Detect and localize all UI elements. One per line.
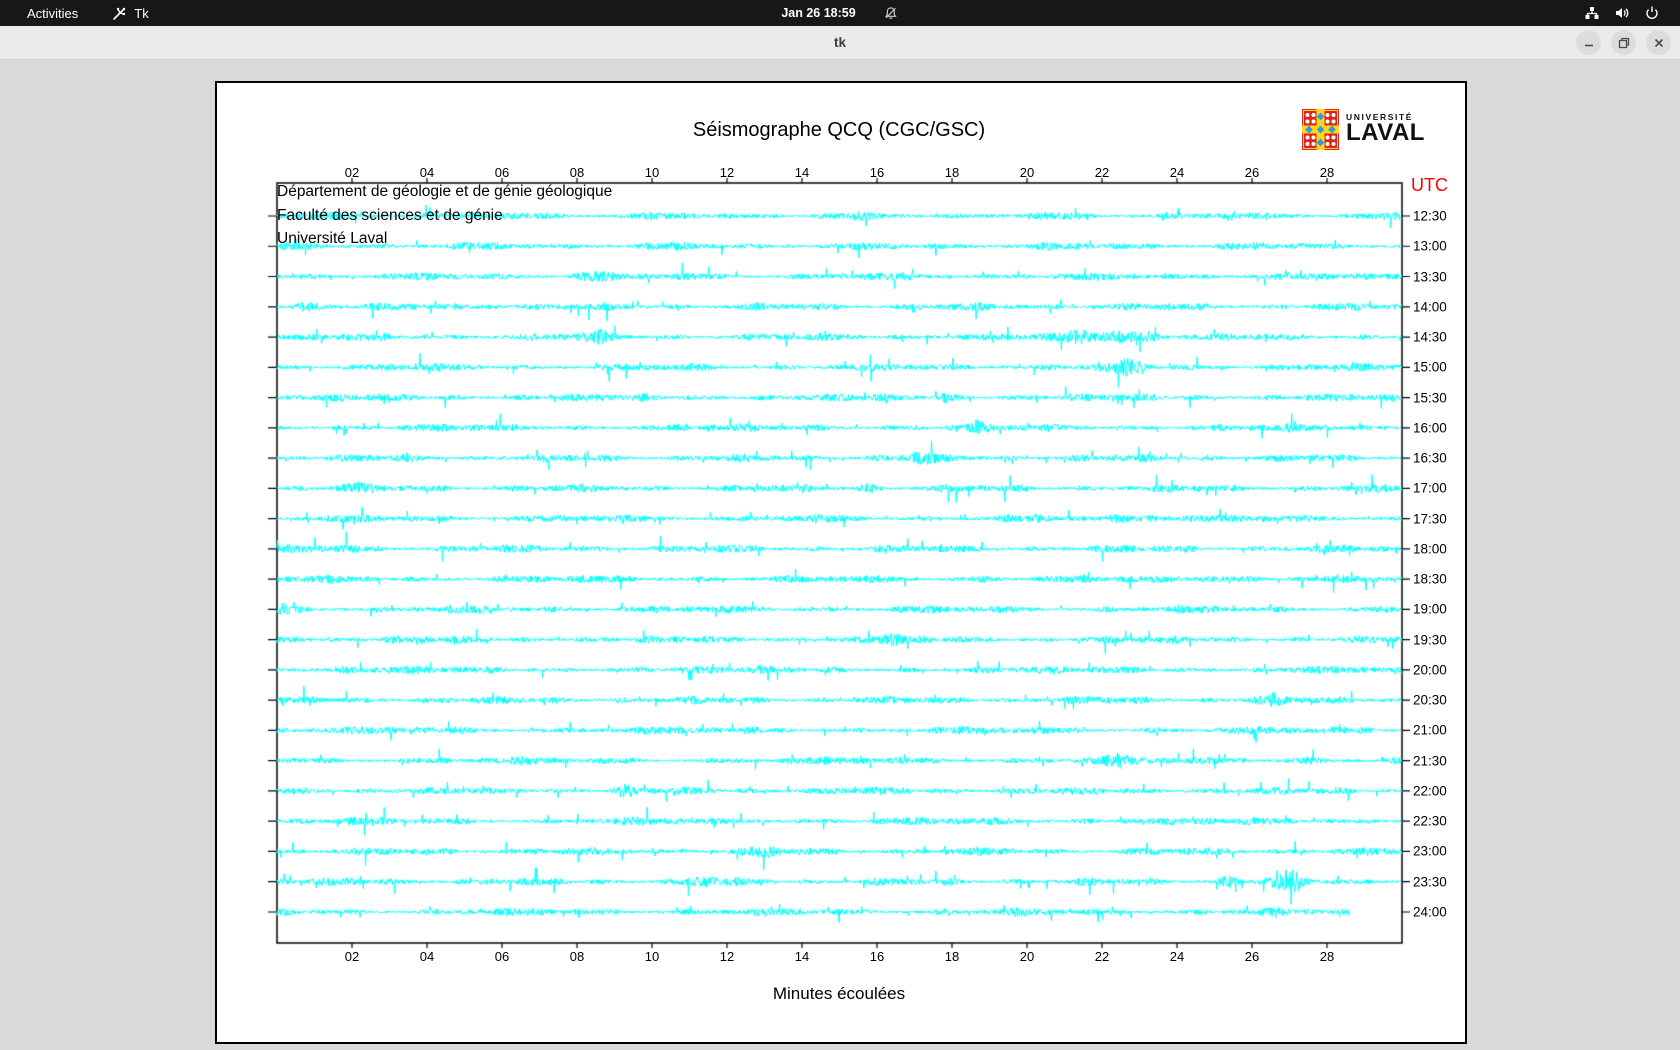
trace-time-label: 17:30 (1413, 511, 1447, 527)
header-line-3: Université Laval (277, 230, 388, 247)
x-tick-label-top: 22 (1094, 165, 1110, 180)
trace-time-label: 18:30 (1413, 571, 1447, 587)
logo-laval-text: LAVAL (1346, 119, 1425, 146)
close-icon (1654, 38, 1663, 47)
app-indicator-label: Tk (134, 5, 149, 21)
x-tick-label-top: 26 (1244, 165, 1260, 180)
x-tick-label-bottom: 08 (569, 949, 585, 964)
restore-icon (1618, 37, 1629, 48)
x-tick-label-top: 28 (1319, 165, 1335, 180)
x-tick-label-bottom: 04 (419, 949, 435, 964)
universite-laval-logo: UNIVERSITÉ LAVAL (1302, 109, 1425, 155)
network-icon (1584, 5, 1600, 21)
window-title: tk (833, 35, 846, 50)
trace-time-label: 13:00 (1413, 238, 1447, 254)
trace-time-label: 12:30 (1413, 208, 1447, 224)
x-axis-title: Minutes écoulées (772, 984, 906, 1003)
x-tick-label-bottom: 16 (869, 949, 885, 964)
tk-icon (112, 6, 127, 21)
x-tick-label-bottom: 28 (1319, 949, 1335, 964)
trace-time-label: 19:30 (1413, 632, 1447, 648)
trace-time-label: 13:30 (1413, 269, 1447, 285)
trace-time-label: 15:00 (1413, 359, 1447, 375)
trace-time-label: 21:00 (1413, 722, 1447, 738)
x-tick-label-bottom: 20 (1019, 949, 1035, 964)
clock-label: Jan 26 18:59 (781, 6, 856, 20)
trace-time-label: 17:00 (1413, 480, 1447, 496)
x-tick-label-top: 16 (869, 165, 885, 180)
trace-time-label: 24:00 (1413, 904, 1447, 920)
x-tick-label-bottom: 10 (644, 949, 660, 964)
gnome-top-bar: Activities Tk Jan 26 18:59 (0, 0, 1680, 26)
x-tick-label-top: 14 (794, 165, 810, 180)
header-line-2: Faculté des sciences et de génie (277, 206, 503, 224)
trace-time-label: 23:00 (1413, 843, 1447, 859)
header-line-1: Département de géologie et de génie géol… (277, 183, 613, 200)
institution-header: Département de géologie et de génie géol… (277, 180, 612, 251)
system-status-area[interactable] (1584, 5, 1660, 21)
x-tick-label-top: 18 (944, 165, 960, 180)
utc-label: UTC (1411, 175, 1448, 195)
activities-button[interactable]: Activities (27, 6, 78, 21)
x-tick-label-top: 10 (644, 165, 660, 180)
x-tick-label-bottom: 26 (1244, 949, 1260, 964)
app-indicator-tk[interactable]: Tk (112, 5, 149, 21)
trace-time-label: 23:30 (1413, 874, 1447, 890)
x-tick-label-top: 20 (1019, 165, 1035, 180)
x-tick-label-bottom: 24 (1169, 949, 1185, 964)
trace-time-label: 21:30 (1413, 753, 1447, 769)
trace-time-label: 14:30 (1413, 329, 1447, 345)
trace-time-label: 22:30 (1413, 813, 1447, 829)
x-tick-label-bottom: 22 (1094, 949, 1110, 964)
trace-time-label: 20:00 (1413, 662, 1447, 678)
clock-menu[interactable]: Jan 26 18:59 (781, 6, 898, 21)
x-tick-label-top: 24 (1169, 165, 1185, 180)
x-tick-label-top: 02 (344, 165, 360, 180)
trace-time-label: 19:00 (1413, 601, 1447, 617)
close-button[interactable] (1646, 30, 1671, 55)
plot-title: Séismographe QCQ (CGC/GSC) (692, 119, 986, 141)
x-tick-label-bottom: 14 (794, 949, 810, 964)
trace-time-label: 16:30 (1413, 450, 1447, 466)
maximize-button[interactable] (1611, 30, 1636, 55)
trace-time-label: 14:00 (1413, 299, 1447, 315)
volume-icon (1614, 5, 1630, 21)
minimize-button[interactable] (1576, 30, 1601, 55)
seismograph-canvas: Département de géologie et de génie géol… (215, 81, 1467, 1044)
x-tick-label-bottom: 02 (344, 949, 360, 964)
laval-crest-icon (1302, 109, 1339, 155)
trace-time-label: 20:30 (1413, 692, 1447, 708)
x-tick-label-bottom: 18 (944, 949, 960, 964)
window-titlebar[interactable]: tk (0, 26, 1680, 60)
x-tick-label-bottom: 06 (494, 949, 510, 964)
x-tick-label-top: 04 (419, 165, 435, 180)
x-tick-label-bottom: 12 (719, 949, 735, 964)
x-tick-label-top: 12 (719, 165, 735, 180)
minimize-icon (1584, 44, 1593, 46)
trace-time-label: 15:30 (1413, 390, 1447, 406)
notifications-muted-icon (884, 6, 899, 21)
x-tick-label-top: 08 (569, 165, 585, 180)
power-icon (1644, 5, 1660, 21)
x-tick-label-top: 06 (494, 165, 510, 180)
trace-time-label: 18:00 (1413, 541, 1447, 557)
trace-time-label: 22:00 (1413, 783, 1447, 799)
trace-time-label: 16:00 (1413, 420, 1447, 436)
